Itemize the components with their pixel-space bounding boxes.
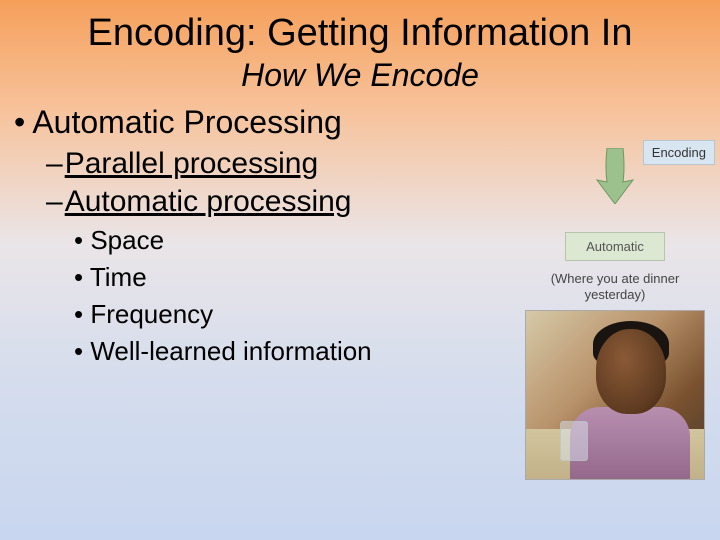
figure-caption: (Where you ate dinner yesterday) <box>520 271 710 302</box>
side-figure: Encoding Automatic (Where you ate dinner… <box>520 140 710 480</box>
dinner-photo <box>525 310 705 480</box>
bullet-level1: • Automatic Processing <box>14 104 720 141</box>
arrow-area <box>565 148 665 228</box>
slide-subtitle: How We Encode <box>0 57 720 94</box>
automatic-box: Automatic <box>565 232 665 261</box>
slide-title: Encoding: Getting Information In <box>0 0 720 55</box>
down-arrow-icon <box>593 148 637 204</box>
